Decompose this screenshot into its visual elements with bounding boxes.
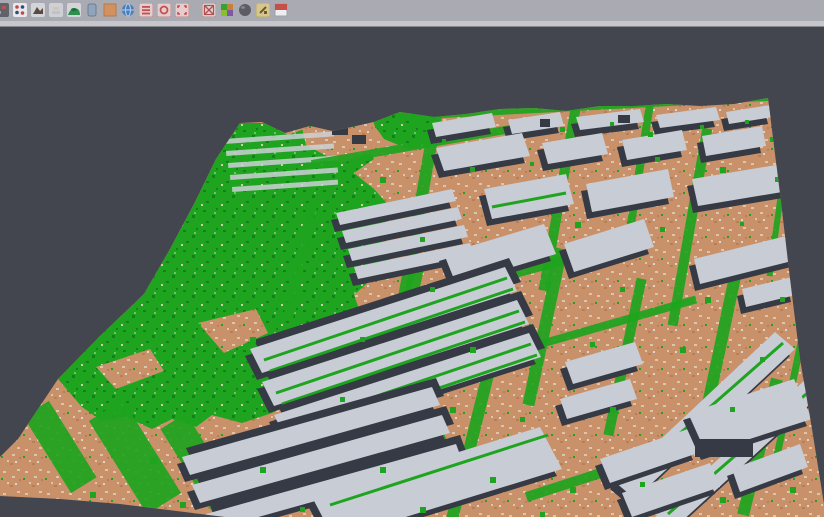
tree-dot <box>745 120 749 124</box>
flat-terrain-icon[interactable] <box>49 3 63 17</box>
small-dark-structure <box>540 119 550 127</box>
tree-dot <box>470 347 476 353</box>
point-pairs-icon[interactable] <box>13 3 27 17</box>
tree-dot <box>360 337 365 342</box>
app-window <box>0 0 824 517</box>
tree-dot <box>150 457 157 464</box>
red-list-icon[interactable] <box>139 3 153 17</box>
orange-square-icon[interactable] <box>103 3 117 17</box>
tree-dot <box>490 477 496 483</box>
red-target-icon[interactable] <box>157 3 171 17</box>
tree-dot <box>610 122 614 126</box>
small-dark-structure <box>332 125 348 135</box>
tree-dot <box>700 125 704 129</box>
tree-dot <box>430 287 435 292</box>
tree-dot <box>380 467 386 473</box>
tree-dot <box>740 222 744 226</box>
tree-dot <box>545 282 551 288</box>
vegetation-hill-icon[interactable] <box>67 3 81 17</box>
tree-dot <box>720 167 726 173</box>
tree-dot <box>418 122 423 127</box>
toolbar-icon-row <box>0 0 824 17</box>
classification-palette-icon[interactable] <box>220 3 234 17</box>
red-white-bar-icon[interactable] <box>274 3 288 17</box>
tree-dot <box>660 227 665 232</box>
tree-dot <box>300 227 306 233</box>
tree-dot <box>450 407 456 413</box>
toolbar <box>0 0 824 21</box>
tree-dot <box>770 137 775 142</box>
tree-dot <box>760 357 765 362</box>
tree-dot <box>780 297 785 302</box>
tree-dot <box>705 297 711 303</box>
tree-dot <box>340 397 345 402</box>
tree-dot <box>320 297 326 303</box>
small-dark-structure <box>352 135 366 144</box>
tree-dot <box>640 482 645 487</box>
tree-dot <box>380 177 386 183</box>
tree-dot <box>300 507 305 512</box>
tree-dot <box>655 157 660 162</box>
red-brackets-icon[interactable] <box>175 3 189 17</box>
tree-dot <box>180 502 186 508</box>
tree-dot <box>610 407 616 413</box>
tree-dot <box>420 507 426 513</box>
tree-dot <box>470 167 475 172</box>
globe-icon[interactable] <box>121 3 135 17</box>
tree-dot <box>590 342 595 347</box>
gray-sphere-icon[interactable] <box>238 3 252 17</box>
red-grid-icon[interactable] <box>202 3 216 17</box>
tree-dot <box>680 347 686 353</box>
tree-dot <box>570 487 576 493</box>
tree-dot <box>530 162 534 166</box>
tree-dot <box>560 127 565 132</box>
mountain-icon[interactable] <box>31 3 45 17</box>
column-icon[interactable] <box>85 3 99 17</box>
tree-dot <box>730 407 735 412</box>
yellow-tool-icon[interactable] <box>256 3 270 17</box>
tree-dot <box>575 222 581 228</box>
tree-dot <box>790 487 796 493</box>
tree-dot <box>260 467 266 473</box>
tree-dot <box>648 132 653 137</box>
tree-dot <box>520 417 525 422</box>
tree-dot <box>230 397 236 403</box>
clipped-tool-icon[interactable] <box>0 3 9 17</box>
tree-dot <box>775 177 780 182</box>
tree-dot <box>90 492 96 498</box>
tree-dot <box>790 237 796 243</box>
tree-dot <box>420 237 425 242</box>
tree-dot <box>540 512 545 517</box>
small-dark-structure <box>695 439 753 457</box>
tree-dot <box>442 139 446 143</box>
tree-dot <box>620 287 625 292</box>
small-dark-structure <box>618 115 630 123</box>
3d-viewport[interactable] <box>0 27 824 517</box>
tree-dot <box>250 337 256 343</box>
point-cloud-scene[interactable] <box>0 27 824 517</box>
tree-dot <box>720 497 726 503</box>
